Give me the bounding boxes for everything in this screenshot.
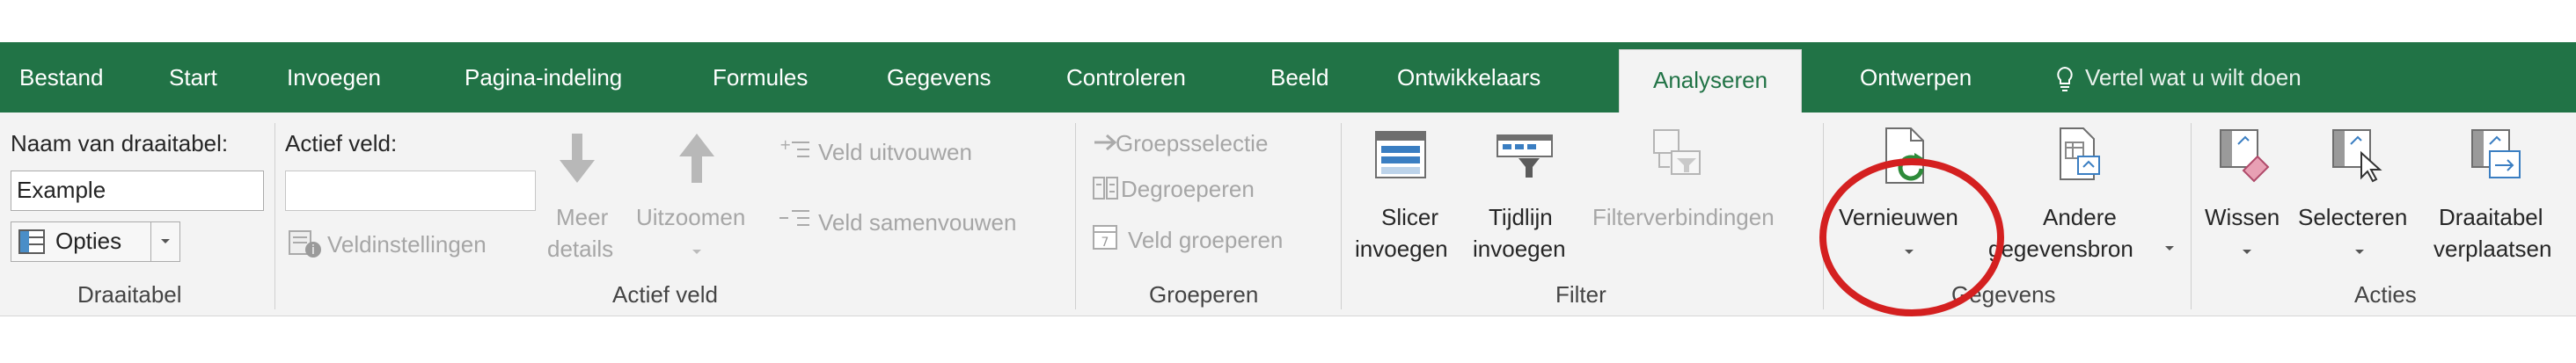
group-title-filter: Filter bbox=[1555, 281, 1606, 308]
group-selection-button[interactable]: Groepsselectie bbox=[1116, 130, 1268, 156]
tell-me-label: Vertel wat u wilt doen bbox=[2085, 64, 2302, 91]
zoom-out-button[interactable]: Uitzoomen bbox=[636, 204, 745, 230]
move-pivot-line1[interactable]: Draaitabel bbox=[2439, 204, 2543, 230]
ungroup-button[interactable]: Degroeperen bbox=[1121, 176, 1255, 202]
ribbon-body: Naam van draaitabel: Example Opties Draa… bbox=[0, 113, 2576, 316]
ribbon-tab-bar: Bestand Start Invoegen Pagina-indeling F… bbox=[0, 42, 2576, 113]
active-field-label: Actief veld: bbox=[285, 130, 398, 156]
group-title-groeperen: Groeperen bbox=[1149, 281, 1259, 308]
group-separator bbox=[2191, 123, 2192, 309]
tab-invoegen[interactable]: Invoegen bbox=[287, 42, 381, 113]
pivot-name-label: Naam van draaitabel: bbox=[11, 130, 229, 156]
svg-text:i: i bbox=[311, 243, 315, 258]
insert-slicer-line1[interactable]: Slicer bbox=[1381, 204, 1438, 230]
change-data-source-line2[interactable]: gegevensbron bbox=[1988, 236, 2133, 262]
expand-field-icon: + bbox=[779, 137, 809, 157]
move-pivot-line2[interactable]: verplaatsen bbox=[2433, 236, 2551, 262]
filter-connections-icon bbox=[1653, 129, 1701, 175]
svg-text:7: 7 bbox=[1101, 236, 1109, 250]
group-title-draaitabel: Draaitabel bbox=[77, 281, 182, 308]
svg-text:+: + bbox=[779, 137, 791, 153]
tab-formules[interactable]: Formules bbox=[713, 42, 808, 113]
insert-timeline-line1[interactable]: Tijdlijn bbox=[1489, 204, 1553, 230]
chevron-down-icon bbox=[692, 250, 701, 254]
tab-bestand[interactable]: Bestand bbox=[19, 42, 103, 113]
clear-button[interactable]: Wissen bbox=[2205, 204, 2280, 230]
options-label: Opties bbox=[55, 228, 122, 254]
lightbulb-icon bbox=[2057, 67, 2073, 92]
group-title-acties: Acties bbox=[2354, 281, 2417, 308]
drill-up-arrow-icon bbox=[679, 134, 714, 183]
field-settings-icon: i bbox=[289, 230, 321, 258]
group-title-actief-veld: Actief veld bbox=[612, 281, 718, 308]
group-separator bbox=[274, 123, 275, 309]
ungroup-icon bbox=[1093, 177, 1118, 200]
insert-slicer-line2[interactable]: invoegen bbox=[1355, 236, 1448, 262]
move-pivot-icon bbox=[2471, 129, 2521, 178]
highlight-circle-annotation bbox=[1819, 158, 2004, 316]
change-data-source-line1[interactable]: Andere bbox=[2043, 204, 2117, 230]
chevron-down-icon bbox=[2355, 250, 2364, 254]
select-pivot-icon bbox=[2332, 129, 2382, 183]
group-field-icon: 7 bbox=[1093, 225, 1117, 250]
tab-gegevens[interactable]: Gegevens bbox=[887, 42, 992, 113]
pivot-options-icon bbox=[18, 229, 45, 254]
group-separator bbox=[1075, 123, 1076, 309]
options-button[interactable]: Opties bbox=[11, 221, 151, 262]
options-dropdown[interactable] bbox=[150, 221, 180, 262]
tab-ontwikkelaars[interactable]: Ontwikkelaars bbox=[1397, 42, 1540, 113]
more-details-line1[interactable]: Meer bbox=[556, 204, 608, 230]
tab-start[interactable]: Start bbox=[169, 42, 217, 113]
drill-down-arrow-icon bbox=[560, 134, 595, 183]
tab-ontwerpen[interactable]: Ontwerpen bbox=[1860, 42, 1972, 113]
chevron-down-icon bbox=[161, 239, 170, 243]
expand-field-button[interactable]: Veld uitvouwen bbox=[818, 139, 972, 165]
group-field-button[interactable]: Veld groeperen bbox=[1128, 227, 1283, 253]
field-settings-button[interactable]: Veldinstellingen bbox=[327, 231, 487, 258]
select-button[interactable]: Selecteren bbox=[2298, 204, 2407, 230]
clear-pivot-icon bbox=[2220, 129, 2270, 183]
chevron-down-icon bbox=[2165, 246, 2174, 250]
more-details-line2[interactable]: details bbox=[547, 236, 613, 262]
tab-beeld[interactable]: Beeld bbox=[1270, 42, 1329, 113]
change-data-source-icon bbox=[2060, 127, 2100, 180]
collapse-field-button[interactable]: Veld samenvouwen bbox=[818, 209, 1016, 236]
filter-connections-button[interactable]: Filterverbindingen bbox=[1592, 204, 1775, 230]
tab-analyseren[interactable]: Analyseren bbox=[1619, 49, 1803, 113]
tab-pagina-indeling[interactable]: Pagina-indeling bbox=[465, 42, 622, 113]
pivot-name-field[interactable]: Example bbox=[11, 171, 264, 211]
group-separator bbox=[1341, 123, 1342, 309]
worksheet-area-edge bbox=[0, 316, 2576, 363]
tab-controleren[interactable]: Controleren bbox=[1066, 42, 1186, 113]
collapse-field-icon bbox=[779, 210, 809, 226]
timeline-icon bbox=[1497, 134, 1553, 178]
slicer-icon bbox=[1375, 131, 1426, 178]
insert-timeline-line2[interactable]: invoegen bbox=[1473, 236, 1566, 262]
tell-me-search[interactable]: Vertel wat u wilt doen bbox=[2055, 42, 2302, 113]
chevron-down-icon bbox=[2243, 250, 2251, 254]
active-field-input[interactable] bbox=[285, 171, 536, 211]
